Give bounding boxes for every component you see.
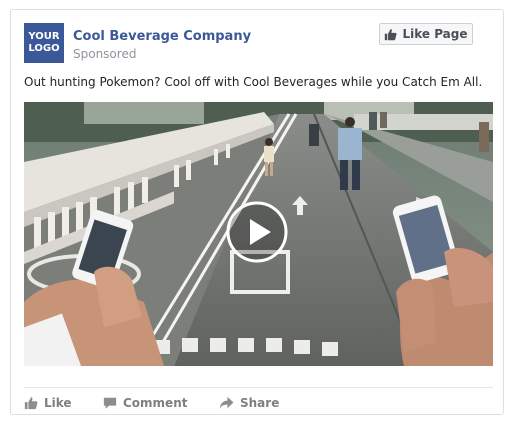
share-action[interactable]: Share: [219, 394, 279, 412]
actions-divider: [24, 387, 493, 388]
like-action[interactable]: Like: [24, 394, 72, 412]
sponsored-label[interactable]: Sponsored: [73, 47, 136, 61]
advertiser-logo[interactable]: YOUR LOGO: [24, 23, 64, 63]
advertiser-name[interactable]: Cool Beverage Company: [73, 29, 251, 44]
logo-line-2: LOGO: [28, 43, 60, 54]
post-video[interactable]: [24, 102, 493, 366]
thumbs-up-icon: [385, 28, 397, 40]
logo-line-1: YOUR: [28, 31, 60, 42]
like-page-label: Like Page: [402, 27, 468, 41]
like-action-label: Like: [44, 396, 72, 410]
comment-action[interactable]: Comment: [103, 394, 187, 412]
play-icon[interactable]: [226, 201, 288, 263]
post-text: Out hunting Pokemon? Cool off with Cool …: [24, 75, 483, 89]
thumbs-up-icon: [24, 397, 38, 410]
share-arrow-icon: [219, 396, 234, 409]
like-page-button[interactable]: Like Page: [379, 23, 473, 45]
comment-icon: [103, 397, 117, 409]
comment-action-label: Comment: [123, 396, 188, 410]
share-action-label: Share: [240, 396, 280, 410]
sponsored-post-card: YOUR LOGO Cool Beverage Company Sponsore…: [10, 9, 504, 415]
